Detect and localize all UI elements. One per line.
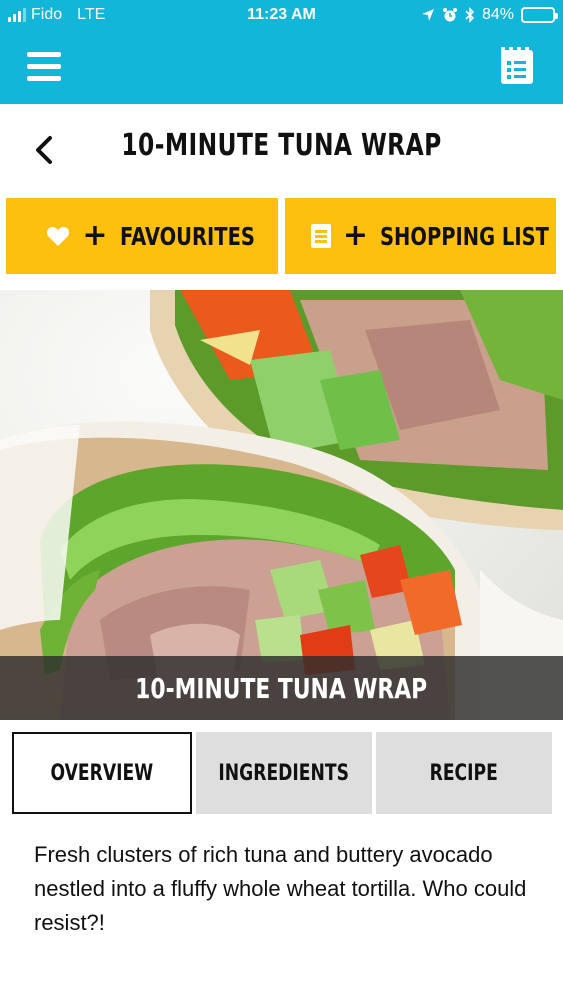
shopping-list-icon[interactable] [501, 47, 533, 84]
add-to-favourites-button[interactable]: + FAVOURITES [6, 198, 278, 274]
photo-caption-bar: 10-MINUTE TUNA WRAP [0, 656, 563, 720]
recipe-description: Fresh clusters of rich tuna and buttery … [34, 842, 527, 935]
status-bar: Fido LTE 11:23 AM 84% [0, 0, 563, 32]
shopping-list-label: SHOPPING LIST [380, 221, 549, 251]
battery-percent: 84% [481, 6, 514, 23]
recipe-photo: 10-MINUTE TUNA WRAP [0, 290, 563, 720]
bluetooth-icon [465, 7, 475, 23]
tab-recipe-label: RECIPE [429, 760, 499, 786]
tab-ingredients[interactable]: INGREDIENTS [196, 732, 372, 814]
tab-overview-label: OVERVIEW [50, 760, 154, 786]
plus-icon: + [342, 218, 369, 253]
recipe-tabs: OVERVIEW INGREDIENTS RECIPE [12, 732, 552, 814]
title-row: 10-MINUTE TUNA WRAP [0, 104, 563, 198]
plus-icon: + [82, 218, 108, 253]
app-header: Fido LTE 11:23 AM 84% [0, 0, 563, 104]
tab-overview[interactable]: OVERVIEW [12, 732, 192, 814]
alarm-icon [442, 8, 457, 22]
status-icons: 84% [421, 6, 558, 24]
page-title: 10-MINUTE TUNA WRAP [121, 128, 442, 163]
heart-icon [46, 225, 70, 247]
chevron-left-icon [36, 136, 52, 164]
location-arrow-icon [421, 9, 434, 21]
photo-caption: 10-MINUTE TUNA WRAP [135, 671, 428, 705]
tab-ingredients-label: INGREDIENTS [218, 760, 350, 786]
list-icon [310, 224, 331, 248]
battery-icon [521, 7, 558, 23]
add-to-shopping-list-button[interactable]: + SHOPPING LIST [285, 198, 556, 274]
hamburger-menu-icon[interactable] [27, 52, 61, 82]
back-button[interactable] [30, 132, 60, 168]
favourites-label: FAVOURITES [119, 221, 255, 251]
tab-recipe[interactable]: RECIPE [376, 732, 552, 814]
